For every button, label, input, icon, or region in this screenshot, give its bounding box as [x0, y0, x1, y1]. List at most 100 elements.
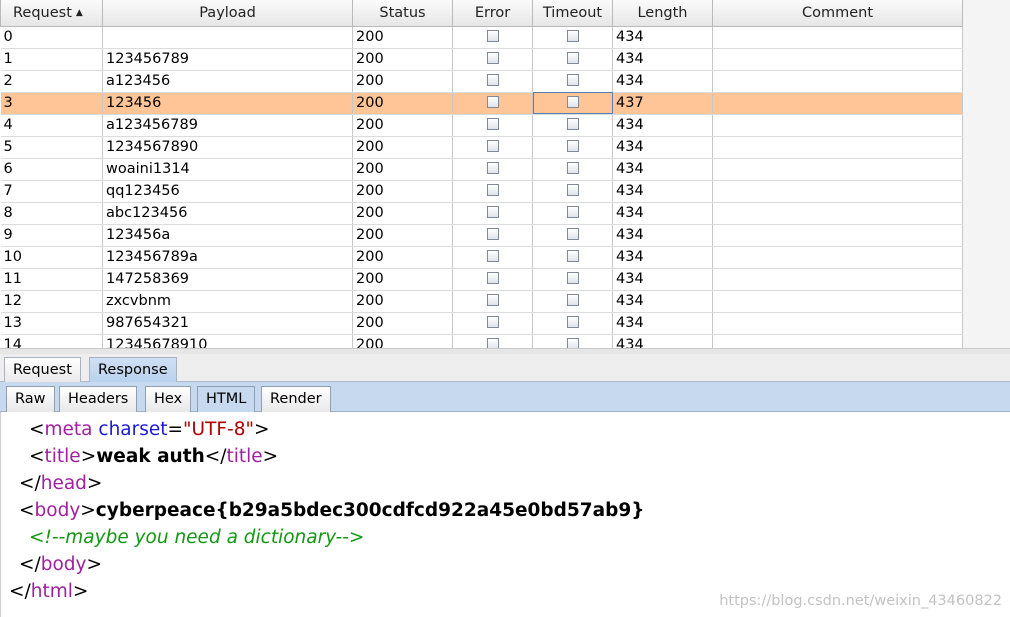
cell-comment[interactable]	[712, 48, 963, 71]
tab-response[interactable]: Response	[89, 357, 177, 382]
table-row[interactable]: 7 qq123456 200 434	[0, 180, 963, 203]
table-row[interactable]: 11 147258369 200 434	[0, 268, 963, 291]
cell-comment[interactable]	[712, 246, 963, 269]
cell-payload: 123456	[102, 92, 353, 115]
column-header-request[interactable]: Request ▲	[0, 0, 103, 27]
cell-payload: 147258369	[102, 268, 353, 291]
timeout-checkbox	[566, 52, 579, 64]
cell-length: 434	[612, 26, 713, 49]
cell-timeout	[532, 312, 613, 335]
column-header-length[interactable]: Length	[612, 0, 713, 27]
cell-error	[452, 202, 533, 225]
error-checkbox	[486, 162, 499, 174]
watermark: https://blog.csdn.net/weixin_43460822	[719, 593, 1002, 609]
cell-comment[interactable]	[712, 334, 963, 348]
table-row[interactable]: 10 123456789a 200 434	[0, 246, 963, 269]
cell-length: 434	[612, 312, 713, 335]
cell-error	[452, 268, 533, 291]
cell-timeout	[532, 290, 613, 313]
tab-hex[interactable]: Hex	[145, 386, 192, 412]
cell-comment[interactable]	[712, 158, 963, 181]
tab-raw[interactable]: Raw	[6, 386, 55, 412]
timeout-checkbox	[566, 184, 579, 196]
tab-render[interactable]: Render	[261, 386, 331, 412]
cell-request: 1	[0, 48, 103, 71]
cell-timeout	[532, 26, 613, 49]
column-header-error[interactable]: Error	[452, 0, 533, 27]
cell-comment[interactable]	[712, 312, 963, 335]
cell-payload: 987654321	[102, 312, 353, 335]
cell-comment[interactable]	[712, 224, 963, 247]
timeout-checkbox	[566, 228, 579, 240]
cell-request: 9	[0, 224, 103, 247]
cell-length: 434	[612, 224, 713, 247]
view-tab-bar: Raw Headers Hex HTML Render	[0, 382, 1010, 412]
column-header-payload[interactable]: Payload	[102, 0, 353, 27]
table-row[interactable]: 2 a123456 200 434	[0, 70, 963, 93]
table-row[interactable]: 14 12345678910 200 434	[0, 334, 963, 348]
table-row[interactable]: 9 123456a 200 434	[0, 224, 963, 247]
cell-comment[interactable]	[712, 70, 963, 93]
table-header-row: Request ▲ Payload Status Error Timeout Le…	[0, 0, 963, 27]
cell-status: 200	[352, 26, 453, 49]
table-row[interactable]: 6 woaini1314 200 434	[0, 158, 963, 181]
cell-status: 200	[352, 290, 453, 313]
timeout-checkbox	[566, 74, 579, 86]
table-row-selected[interactable]: 3 123456 200 437	[0, 92, 963, 115]
timeout-checkbox	[566, 316, 579, 328]
tab-headers[interactable]: Headers	[59, 386, 138, 412]
cell-comment[interactable]	[712, 114, 963, 137]
cell-error	[452, 158, 533, 181]
cell-status: 200	[352, 158, 453, 181]
cell-request: 10	[0, 246, 103, 269]
error-checkbox	[486, 316, 499, 328]
column-header-timeout[interactable]: Timeout	[532, 0, 613, 27]
cell-comment[interactable]	[712, 268, 963, 291]
cell-length: 434	[612, 246, 713, 269]
cell-comment[interactable]	[712, 180, 963, 203]
timeout-checkbox	[566, 30, 579, 42]
cell-payload: 12345678910	[102, 334, 353, 348]
column-header-comment[interactable]: Comment	[712, 0, 963, 27]
response-editor[interactable]: <meta charset="UTF-8"> <title>weak auth<…	[0, 412, 1010, 617]
cell-comment[interactable]	[712, 136, 963, 159]
table-row[interactable]: 13 987654321 200 434	[0, 312, 963, 335]
cell-timeout	[532, 180, 613, 203]
cell-error	[452, 70, 533, 93]
table-row[interactable]: 12 zxcvbnm 200 434	[0, 290, 963, 313]
cell-comment[interactable]	[712, 26, 963, 49]
cell-timeout	[532, 268, 613, 291]
cell-request: 3	[0, 92, 103, 115]
cell-length: 434	[612, 136, 713, 159]
cell-comment[interactable]	[712, 290, 963, 313]
cell-error	[452, 92, 533, 115]
table-row[interactable]: 0 200 434	[0, 26, 963, 49]
table-row[interactable]: 1 123456789 200 434	[0, 48, 963, 71]
cell-status: 200	[352, 48, 453, 71]
tab-html[interactable]: HTML	[197, 386, 256, 412]
cell-status: 200	[352, 180, 453, 203]
cell-request: 5	[0, 136, 103, 159]
error-checkbox	[486, 140, 499, 152]
cell-payload	[102, 26, 353, 49]
table-row[interactable]: 8 abc123456 200 434	[0, 202, 963, 225]
flag-text: cyberpeace{b29a5bdec300cdfcd922a45e0bd57…	[95, 500, 645, 521]
column-header-status[interactable]: Status	[352, 0, 453, 27]
cell-status: 200	[352, 92, 453, 115]
cell-request: 7	[0, 180, 103, 203]
table-row[interactable]: 5 1234567890 200 434	[0, 136, 963, 159]
tab-request[interactable]: Request	[4, 357, 81, 382]
cell-request: 2	[0, 70, 103, 93]
cell-comment[interactable]	[712, 202, 963, 225]
cell-payload: 123456789	[102, 48, 353, 71]
cell-request: 6	[0, 158, 103, 181]
cell-comment[interactable]	[712, 92, 963, 115]
table-row[interactable]: 4 a123456789 200 434	[0, 114, 963, 137]
cell-status: 200	[352, 268, 453, 291]
cell-status: 200	[352, 312, 453, 335]
cell-error	[452, 26, 533, 49]
cell-length: 434	[612, 202, 713, 225]
cell-payload: 123456789a	[102, 246, 353, 269]
code-line-body-close: </body>	[19, 554, 103, 575]
cell-request: 12	[0, 290, 103, 313]
